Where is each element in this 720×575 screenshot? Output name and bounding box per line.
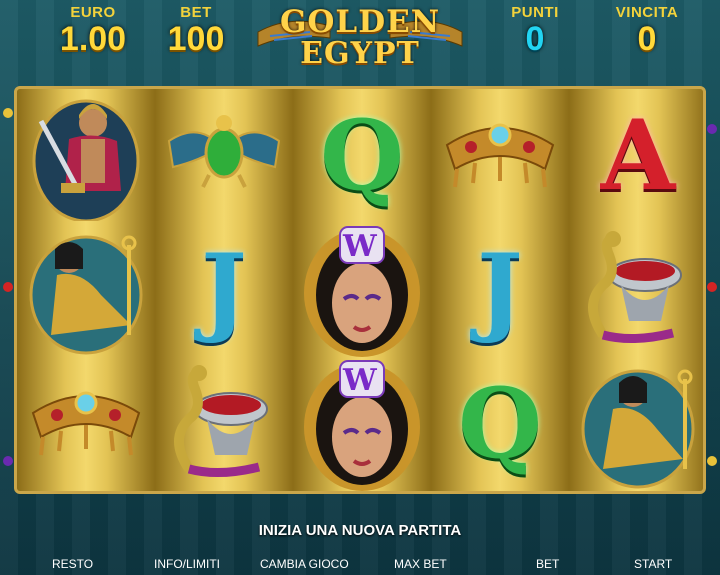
points-value: 0 xyxy=(525,20,545,58)
warrior-icon xyxy=(32,99,140,221)
scarab-symbol xyxy=(155,89,293,223)
euro-label: EURO xyxy=(70,4,116,21)
win-display: VINCITA 0 xyxy=(604,4,690,57)
reel-2: J xyxy=(155,89,293,491)
euro-display: EURO 1.00 xyxy=(58,4,128,57)
logo-line-1: GOLDEN xyxy=(279,4,441,40)
letter-q: Q xyxy=(458,367,542,480)
letter-q-symbol: Q xyxy=(431,357,569,491)
max-bet-button[interactable]: MAX BET xyxy=(394,557,447,571)
cleopatra-seated-symbol xyxy=(17,223,155,357)
status-message: INIZIA UNA NUOVA PARTITA xyxy=(258,522,462,539)
payline-marker-left-1 xyxy=(3,108,13,118)
letter-j: J xyxy=(477,233,523,346)
gold-collar-symbol xyxy=(431,89,569,223)
cobra-bowl-icon xyxy=(588,231,682,344)
reel-area[interactable]: J Q W W J Q A xyxy=(14,86,706,494)
letter-j-symbol: J xyxy=(431,223,569,357)
letter-q-symbol: Q xyxy=(293,89,431,223)
cobra-bowl-icon xyxy=(174,365,268,478)
wild-queen-symbol: W xyxy=(293,223,431,357)
letter-j: J xyxy=(201,233,247,346)
top-bar: EURO 1.00 BET 100 GOLDEN EGYPT PUNTI 0 V… xyxy=(0,0,720,72)
wild-label-bottom: W xyxy=(343,363,377,398)
scarab-icon xyxy=(167,115,281,188)
payline-marker-left-2 xyxy=(3,282,13,292)
info-limits-button[interactable]: INFO/LIMITI xyxy=(154,557,220,571)
change-game-button[interactable]: CAMBIA GIOCO xyxy=(260,557,349,571)
points-label: PUNTI xyxy=(511,4,559,21)
cleopatra-seated-icon xyxy=(581,369,695,489)
control-bar: RESTO INFO/LIMITI CAMBIA GIOCO MAX BET B… xyxy=(0,555,720,575)
cleopatra-seated-symbol xyxy=(569,357,703,491)
wild-label-top: W xyxy=(343,229,377,264)
win-label: VINCITA xyxy=(615,4,679,21)
letter-a: A xyxy=(600,99,676,212)
letter-q: Q xyxy=(320,99,404,212)
reel-3: Q W W xyxy=(293,89,431,491)
letter-a-symbol: A xyxy=(569,89,703,223)
bet-button[interactable]: BET xyxy=(536,557,559,571)
bet-display: BET 100 xyxy=(158,4,234,57)
golden-egypt-logo: GOLDEN EGYPT xyxy=(250,2,470,72)
payline-marker-right-3 xyxy=(707,456,717,466)
win-value: 0 xyxy=(637,20,657,58)
cobra-bowl-symbol xyxy=(569,223,703,357)
euro-value: 1.00 xyxy=(59,20,127,58)
resto-button[interactable]: RESTO xyxy=(52,557,93,571)
gold-collar-symbol xyxy=(17,357,155,491)
warrior-symbol xyxy=(17,89,155,223)
reel-5: A xyxy=(569,89,703,491)
reel-1 xyxy=(17,89,155,491)
bet-value: 100 xyxy=(167,20,225,58)
letter-j-symbol: J xyxy=(155,223,293,357)
bet-label: BET xyxy=(180,4,212,21)
start-button[interactable]: START xyxy=(634,557,672,571)
gold-collar-icon xyxy=(445,123,555,188)
reel-4: J Q xyxy=(431,89,569,491)
cleopatra-seated-icon xyxy=(29,235,143,355)
wild-queen-symbol: W xyxy=(293,357,431,491)
points-display: PUNTI 0 xyxy=(500,4,570,57)
logo-line-2: EGYPT xyxy=(300,36,420,71)
gold-collar-icon xyxy=(31,391,141,456)
payline-marker-right-1 xyxy=(707,124,717,134)
payline-marker-right-2 xyxy=(707,282,717,292)
cobra-bowl-symbol xyxy=(155,357,293,491)
payline-marker-left-3 xyxy=(3,456,13,466)
